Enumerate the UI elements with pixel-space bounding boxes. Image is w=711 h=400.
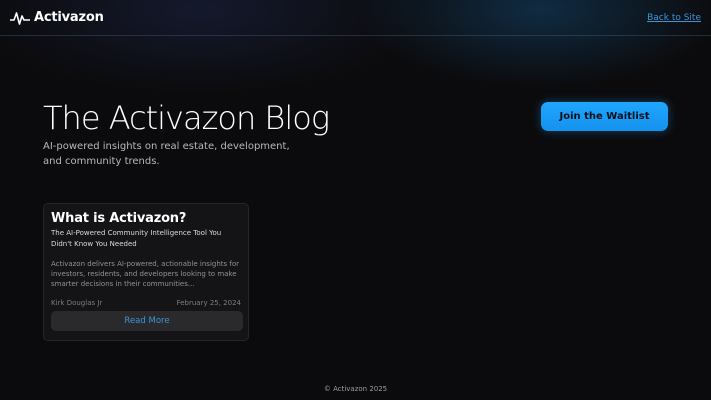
post-author: Kirk Douglas Jr (51, 299, 103, 307)
post-title[interactable]: What is Activazon? (51, 211, 241, 226)
brand-name: Activazon (34, 10, 104, 25)
join-waitlist-button[interactable]: Join the Waitlist (541, 102, 668, 131)
back-to-site-link[interactable]: Back to Site (647, 13, 701, 23)
page-subtitle: AI-powered insights on real estate, deve… (43, 141, 290, 167)
post-excerpt: Activazon delivers AI-powered, actionabl… (51, 260, 240, 288)
page-title: The Activazon Blog (43, 99, 330, 137)
blog-post-card: What is Activazon? The AI-Powered Commun… (43, 203, 249, 341)
post-date: February 25, 2024 (176, 299, 241, 307)
post-meta: Kirk Douglas Jr February 25, 2024 (51, 299, 241, 307)
read-more-button[interactable]: Read More (51, 311, 243, 331)
footer-copyright: © Activazon 2025 (323, 385, 388, 393)
pulse-wave-icon (10, 11, 30, 25)
site-header: Activazon Back to Site (0, 0, 711, 36)
brand-logo[interactable]: Activazon (10, 10, 104, 25)
post-subtitle: The AI-Powered Community Intelligence To… (51, 229, 222, 248)
